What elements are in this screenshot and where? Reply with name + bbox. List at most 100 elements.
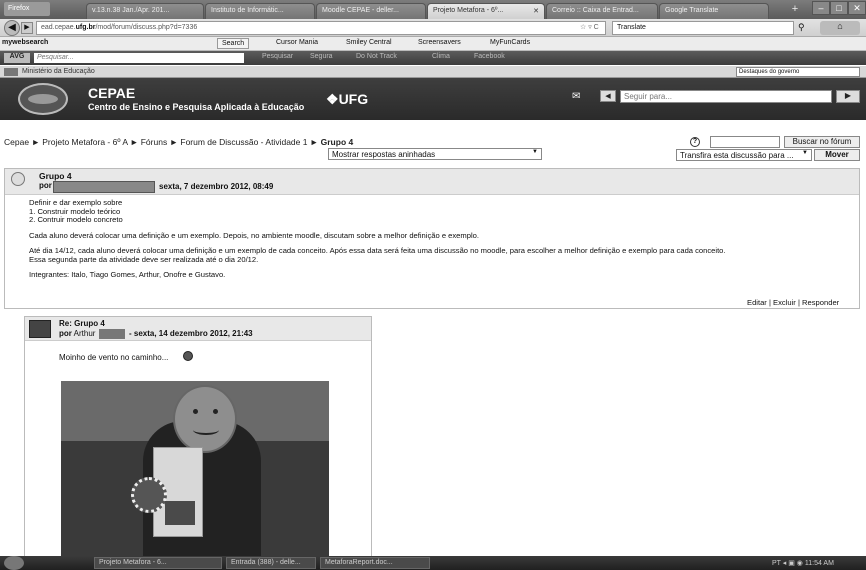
display-mode-select[interactable]: Mostrar respostas aninhadas ▼ (328, 148, 542, 160)
taskbar-task[interactable]: Projeto Metafora - 6... (94, 557, 222, 569)
tab-label: v.13.n.38 Jan./Apr. 201... (92, 7, 170, 14)
locale-indicator[interactable]: PT (772, 560, 781, 567)
toolbar-item-screensavers[interactable]: Screensavers (418, 39, 461, 46)
post-line: 2. Contruir modelo concreto (29, 215, 123, 224)
avg-search-input[interactable]: Pesquisar... (34, 53, 244, 63)
government-highlights-select[interactable]: Destaques do governo (736, 67, 860, 77)
cepae-logo[interactable] (18, 83, 68, 115)
avatar[interactable] (11, 172, 25, 186)
ufg-logo[interactable]: ❖UFG (326, 91, 368, 108)
url-prefix: ead.cepae. (41, 24, 76, 31)
smiley-icon (183, 351, 193, 361)
translate-label: Translate (617, 24, 646, 31)
chevron-down-icon: ▼ (802, 150, 808, 156)
redacted-author (99, 329, 125, 339)
toolbar-item-smiley-central[interactable]: Smiley Central (346, 39, 392, 46)
browser-tab[interactable]: Google Translate (659, 3, 769, 19)
browser-tab[interactable]: Instituto de Informátic... (205, 3, 315, 19)
back-arrow-icon[interactable]: ◀ (4, 20, 20, 36)
breadcrumb-separator: ► (169, 137, 178, 147)
chevron-down-icon: ▼ (532, 149, 538, 155)
reply-post: Re: Grupo 4 por Arthur - sexta, 14 dezem… (24, 316, 372, 566)
brazil-flag-icon (4, 68, 18, 76)
photo-hands (165, 501, 195, 525)
mywebsearch-logo[interactable]: mywebsearch (2, 39, 48, 46)
jump-to-select[interactable]: Seguir para... (620, 90, 832, 103)
toolbar-item-myfuncards[interactable]: MyFunCards (490, 39, 530, 46)
breadcrumb-link-course[interactable]: Projeto Metafora - 6º A (42, 137, 127, 147)
jump-go-button[interactable]: ▶ (836, 90, 860, 103)
bookmark-star-icon[interactable]: ☆ ▿ C (580, 23, 599, 31)
avg-logo[interactable]: AVG (4, 53, 30, 63)
avg-item-weather[interactable]: Clima (432, 53, 450, 60)
redacted-author (53, 181, 155, 193)
home-icon[interactable]: ⌂ (820, 21, 860, 35)
prev-arrow-icon[interactable]: ◀ (600, 90, 616, 102)
taskbar-task[interactable]: MetaforaReport.doc... (320, 557, 430, 569)
browser-tab[interactable]: Moodle CEPAE - deller... (316, 3, 426, 19)
avatar[interactable] (29, 320, 51, 338)
avg-item-search[interactable]: Pesquisar (262, 53, 293, 60)
post-author: por Arthur (59, 329, 95, 338)
forum-search-input[interactable] (710, 136, 780, 148)
navigation-bar: ◀ ▶ ead.cepae.ufg.br/mod/forum/discuss.p… (0, 19, 866, 37)
tab-label: Projeto Metafora - 6º... (433, 7, 504, 14)
avg-item-do-not-track[interactable]: Do Not Track (356, 53, 397, 60)
tab-label: Google Translate (665, 7, 719, 14)
site-header: CEPAE Centro de Ensino e Pesquisa Aplica… (0, 78, 866, 120)
post-photo[interactable] (61, 381, 329, 565)
message-icon[interactable]: ✉ (572, 91, 580, 102)
post-members: Integrantes: Italo, Tiago Gomes, Arthur,… (29, 270, 226, 279)
move-button[interactable]: Mover (814, 149, 860, 161)
address-bar[interactable]: ead.cepae.ufg.br/mod/forum/discuss.php?d… (36, 21, 606, 35)
new-tab-button[interactable]: + (786, 3, 804, 17)
taskbar-task[interactable]: Entrada (388) - delle... (226, 557, 316, 569)
clock[interactable]: 11:54 AM (805, 560, 834, 567)
breadcrumb-separator: ► (129, 137, 139, 147)
breadcrumb-link-forum[interactable]: Forum de Discussão - Atividade 1 (180, 137, 307, 147)
site-subtitle: Centro de Ensino e Pesquisa Aplicada à E… (88, 102, 305, 112)
mywebsearch-toolbar: mywebsearch Search Cursor Mania Smiley C… (0, 37, 866, 51)
government-bar: Ministério da Educação Destaques do gove… (0, 66, 866, 78)
browser-tab-active[interactable]: Projeto Metafora - 6º... ✕ (427, 3, 545, 19)
tray-icons[interactable]: ◂ ▣ ◉ (783, 560, 805, 567)
minimize-button[interactable]: – (812, 1, 830, 15)
windows-taskbar: Projeto Metafora - 6... Entrada (388) - … (0, 556, 866, 570)
browser-tab[interactable]: Correio :: Caixa de Entrad... (546, 3, 658, 19)
avg-toolbar: AVG Pesquisar... Pesquisar Segura Do Not… (0, 51, 866, 65)
post-paragraph: Cada aluno deverá colocar uma definição … (29, 230, 479, 240)
post-by-label: por (59, 329, 72, 338)
avg-item-safe[interactable]: Segura (310, 53, 333, 60)
avg-item-facebook[interactable]: Facebook (474, 53, 505, 60)
browser-tab[interactable]: v.13.n.38 Jan./Apr. 201... (86, 3, 204, 19)
reply-link[interactable]: Responder (802, 298, 839, 307)
maximize-button[interactable]: □ (830, 1, 848, 15)
close-window-button[interactable]: ✕ (848, 1, 866, 15)
post-body: Definir e dar exemplo sobre 1. Construir… (29, 198, 855, 287)
start-button-icon[interactable] (4, 556, 24, 570)
tab-label: Instituto de Informátic... (211, 7, 284, 14)
toolbar-search-button[interactable]: Search (217, 38, 250, 49)
site-title: CEPAE (88, 85, 136, 101)
delete-link[interactable]: Excluir (773, 298, 796, 307)
close-tab-icon[interactable]: ✕ (533, 7, 539, 15)
post-subject[interactable]: Re: Grupo 4 (59, 319, 105, 328)
author-link[interactable]: Arthur (74, 329, 96, 338)
post-header: Grupo 4 por sexta, 7 dezembro 2012, 08:4… (5, 169, 859, 195)
display-mode-value: Mostrar respostas aninhadas (332, 150, 436, 159)
breadcrumb-link-forums[interactable]: Fóruns (141, 137, 167, 147)
forward-arrow-icon[interactable]: ▶ (21, 22, 33, 34)
breadcrumb: Cepae ► Projeto Metafora - 6º A ► Fóruns… (4, 137, 353, 147)
edit-link[interactable]: Editar (747, 298, 767, 307)
translate-box[interactable]: Translate (612, 21, 794, 35)
firefox-menu-button[interactable]: Firefox (4, 2, 50, 16)
breadcrumb-link-cepae[interactable]: Cepae (4, 137, 29, 147)
url-domain: ufg.br (75, 24, 96, 31)
post-actions: Editar | Excluir | Responder (747, 298, 839, 307)
search-icon[interactable]: ⚲ (798, 22, 805, 33)
forum-search-button[interactable]: Buscar no fórum (784, 136, 860, 148)
help-icon[interactable]: ? (690, 137, 700, 147)
move-discussion-select[interactable]: Transfira esta discussão para ... ▼ (676, 149, 812, 161)
ministry-label[interactable]: Ministério da Educação (22, 68, 95, 75)
toolbar-item-cursor-mania[interactable]: Cursor Mania (276, 39, 318, 46)
